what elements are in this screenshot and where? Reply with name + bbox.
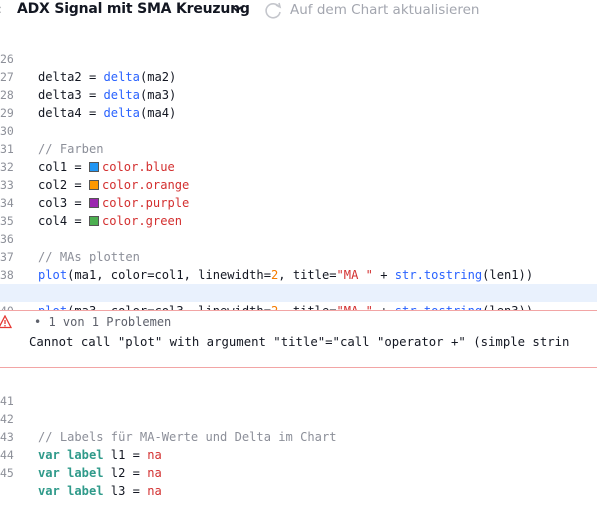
code-line: 43 var label l1 = na [0, 410, 597, 462]
update-on-chart-button[interactable]: Auf dem Chart aktualisieren [290, 2, 479, 18]
code-line: 39 plot(ma3, color=col3, linewidth=2, ti… [0, 266, 597, 318]
code-line: 41 [0, 374, 597, 408]
code-line: 34 col4 = color.green [0, 176, 597, 228]
problem-panel: • 1 von 1 Problemen Cannot call "plot" w… [0, 310, 597, 368]
code-line: 38 plot(ma2, color=col2, linewidth=2, ti… [0, 248, 597, 300]
code-line: 27 delta3 = delta(ma3) [0, 50, 597, 102]
chevron-left-icon[interactable]: ‹ [0, 2, 2, 18]
line-number: 45 [0, 466, 14, 480]
code-line: 32 col2 = color.orange [0, 140, 597, 192]
code-line: 37 plot(ma1, color=col1, linewidth=2, ti… [0, 230, 597, 282]
error-message[interactable]: Cannot call "plot" with argument "title"… [29, 335, 569, 349]
code-line: 45 var label l3 = na [0, 446, 597, 498]
refresh-icon[interactable] [262, 0, 284, 20]
code-line: 26 delta2 = delta(ma2) [0, 32, 597, 84]
code-line: 42 // Labels für MA-Werte und Delta im C… [0, 392, 597, 444]
chevron-down-icon[interactable] [229, 0, 245, 18]
code-line: 30 // Farben [0, 104, 597, 156]
code-text[interactable]: var label l3 = na [38, 482, 162, 500]
problem-count[interactable]: • 1 von 1 Problemen [34, 315, 171, 329]
editor-toolbar: ‹ ADX Signal mit SMA Kreuzung Auf dem Ch… [0, 0, 597, 22]
code-line: 31 col1 = color.blue [0, 122, 597, 174]
code-line: 35 [0, 194, 597, 228]
warning-icon [0, 315, 12, 329]
code-line: 36 // MAs plotten [0, 212, 597, 264]
code-line: 29 [0, 86, 597, 120]
code-text[interactable]: var label l2 = na [38, 464, 162, 482]
code-line: 44 var label l2 = na [0, 428, 597, 480]
code-line: 33 col3 = color.purple [0, 158, 597, 210]
code-line-active: 40 plot(ma4, color=col4, linewidth=2, ti… [0, 284, 597, 336]
code-line: 28 delta4 = delta(ma4) [0, 68, 597, 120]
script-title[interactable]: ADX Signal mit SMA Kreuzung [17, 1, 250, 17]
